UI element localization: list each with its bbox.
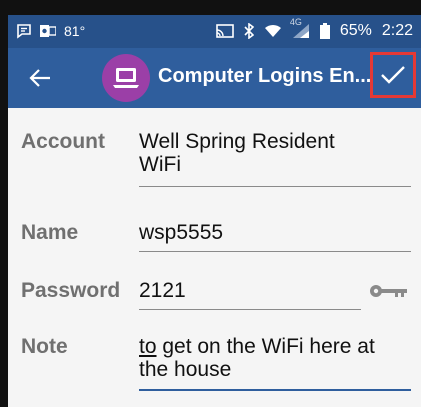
laptop-icon (113, 68, 139, 88)
network-badge: 4G (289, 17, 302, 27)
bluetooth-icon (244, 23, 254, 39)
wifi-icon (264, 24, 282, 38)
note-label: Note (21, 335, 68, 358)
account-label: Account (21, 130, 105, 153)
name-underline (139, 251, 411, 252)
note-row: Note to get on the WiFi here at the hous… (8, 321, 421, 407)
account-line-2: WiFi (139, 153, 181, 176)
key-icon[interactable] (369, 283, 409, 299)
temperature-text: 81° (64, 23, 86, 39)
clock: 2:22 (381, 22, 413, 39)
status-bar: 81° 4G 65% 2:22 (8, 15, 421, 48)
note-line-1: get on the WiFi here at (156, 335, 375, 358)
back-arrow-icon (29, 69, 50, 87)
note-line-2: the house (139, 358, 232, 381)
battery-icon (319, 23, 330, 39)
account-line-1: Well Spring Resident (139, 130, 335, 153)
account-underline (139, 186, 411, 187)
signal-icon: 4G (290, 17, 310, 39)
note-underlined-word: to (139, 335, 157, 358)
note-underline (139, 389, 411, 391)
message-icon (16, 23, 32, 39)
password-row: Password 2121 (8, 263, 421, 315)
checkmark-icon (381, 66, 405, 84)
name-label: Name (21, 221, 79, 244)
name-row: Name wsp5555 (8, 205, 421, 257)
password-label: Password (21, 279, 121, 302)
password-field[interactable]: 2121 (139, 279, 186, 302)
app-icon (102, 54, 150, 102)
note-field[interactable]: to get on the WiFi here at the house (139, 335, 375, 381)
password-underline (139, 309, 361, 310)
save-button[interactable] (370, 52, 416, 98)
screen: 81° 4G 65% 2:22 Computer Logins En... Ac… (8, 15, 421, 407)
cast-icon (216, 24, 234, 38)
account-field[interactable]: Well Spring Resident WiFi (139, 130, 335, 176)
app-bar: Computer Logins En... (8, 48, 421, 108)
name-field[interactable]: wsp5555 (139, 221, 223, 244)
battery-percent: 65% (339, 22, 372, 39)
account-row: Account Well Spring Resident WiFi (8, 120, 421, 200)
back-button[interactable] (26, 64, 54, 92)
app-title: Computer Logins En... (158, 65, 372, 87)
outlook-icon (40, 24, 56, 38)
